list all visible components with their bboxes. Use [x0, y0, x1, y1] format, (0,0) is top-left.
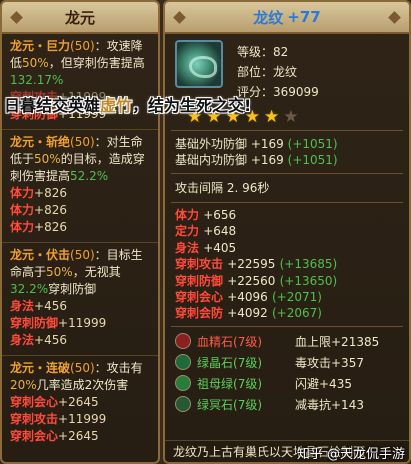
- skill-stat: 穿刺防御+11999: [10, 316, 107, 330]
- panel-header: 龙元: [2, 2, 158, 34]
- skill-stat: 穿刺攻击+11999: [10, 412, 107, 426]
- base-defense: 基础外功防御 +169 (+1051) 基础内功防御 +169 (+1051): [165, 131, 409, 173]
- skill-stat: 身法+456: [10, 299, 67, 313]
- attribute-row: 穿刺会心 +4096 (+2071): [175, 290, 322, 305]
- panel-title: 龙元: [64, 8, 95, 27]
- skill-stat: 体力+826: [10, 186, 67, 200]
- blood-gem-icon: [175, 333, 191, 350]
- dragon-pattern-item-panel: 龙纹 +77 等级：82 部位：龙纹 评分：369099 ★ ★ ★ ★ ★ ★ …: [163, 0, 411, 464]
- skill-level: (50): [70, 135, 95, 149]
- attribute-row: 体力 +656: [175, 208, 237, 222]
- skill-stat: 体力+826: [10, 220, 67, 234]
- item-slot: 部位：龙纹: [237, 65, 298, 79]
- skill-stat: 穿刺会心+2645: [10, 429, 99, 443]
- attribute-row: 穿刺防御 +22560 (+13650): [175, 273, 338, 288]
- gem-slot[interactable]: 绿晶石(7级) 毒攻击+357: [175, 352, 403, 373]
- skill-stat: 体力+826: [10, 203, 67, 217]
- skill-zhan-jue[interactable]: 龙元・斩绝(50)：对生命低于50%的目标，造成穿刺伤害提高52.2% 体力+8…: [2, 130, 158, 243]
- skill-level: (50): [70, 39, 95, 53]
- skill-fu-ji[interactable]: 龙元・伏击(50)：目标生命高于50%，无视其32.2%穿刺防御 身法+456 …: [2, 243, 158, 356]
- skill-level: (50): [70, 361, 95, 375]
- gem-slot[interactable]: 祖母绿(7级) 闪避+435: [175, 373, 403, 394]
- broadcast-caption: 日暮结交英雄虚竹，结为生死之交!: [4, 96, 252, 115]
- watermark: 知乎 @天龙侃手游: [296, 447, 405, 462]
- base-stat-row: 基础外功防御 +169 (+1051): [175, 137, 338, 151]
- skill-name: 龙元・连破: [10, 361, 71, 375]
- diamond-ornament-icon: [173, 11, 186, 24]
- diamond-ornament-icon: [388, 11, 401, 24]
- skill-level: (50): [70, 248, 95, 262]
- attribute-row: 穿刺会防 +4092 (+2067): [175, 306, 322, 321]
- attack-interval: 攻击间隔 2. 96秒: [175, 181, 270, 195]
- diamond-ornament-icon: [10, 11, 23, 24]
- green-ghost-stone-icon: [175, 396, 191, 413]
- item-grade: 等级：82: [237, 45, 289, 59]
- skill-name: 龙元・巨力: [10, 39, 71, 53]
- attribute-row: 身法 +405: [175, 240, 237, 255]
- skill-stat: 身法+456: [10, 333, 67, 347]
- base-stat-row: 基础内功防御 +169 (+1051): [175, 153, 338, 167]
- gem-slot[interactable]: 血精石(7级) 血上限+21385: [175, 331, 403, 352]
- skill-name: 龙元・伏击: [10, 248, 71, 262]
- dragon-pattern-item-icon[interactable]: [175, 40, 223, 88]
- item-name: 龙纹: [253, 8, 284, 27]
- item-enhance-level: +77: [287, 8, 321, 26]
- item-header: 龙纹 +77: [165, 2, 409, 34]
- attribute-list: 体力 +656 定力 +648 身法 +405 穿刺攻击 +22595 (+13…: [165, 203, 409, 326]
- green-crystal-icon: [175, 354, 191, 371]
- attribute-row: 定力 +648: [175, 224, 237, 239]
- attribute-row: 穿刺攻击 +22595 (+13685): [175, 257, 338, 272]
- skill-lian-po[interactable]: 龙元・连破(50)：攻击有20%几率造成2次伤害 穿刺会心+2645 穿刺攻击+…: [2, 356, 158, 451]
- skill-name: 龙元・斩绝: [10, 135, 71, 149]
- gem-slot[interactable]: 绿冥石(7级) 减毒抗+143: [175, 394, 403, 415]
- emerald-icon: [175, 375, 191, 392]
- gem-list: 血精石(7级) 血上限+21385 绿晶石(7级) 毒攻击+357 祖母绿(7级…: [165, 327, 409, 415]
- skill-stat: 穿刺会心+2645: [10, 395, 99, 409]
- dragon-origin-panel: 龙元 龙元・巨力(50)：攻速降低50%，但穿刺伤害提高 132.17% 穿刺攻…: [0, 0, 160, 464]
